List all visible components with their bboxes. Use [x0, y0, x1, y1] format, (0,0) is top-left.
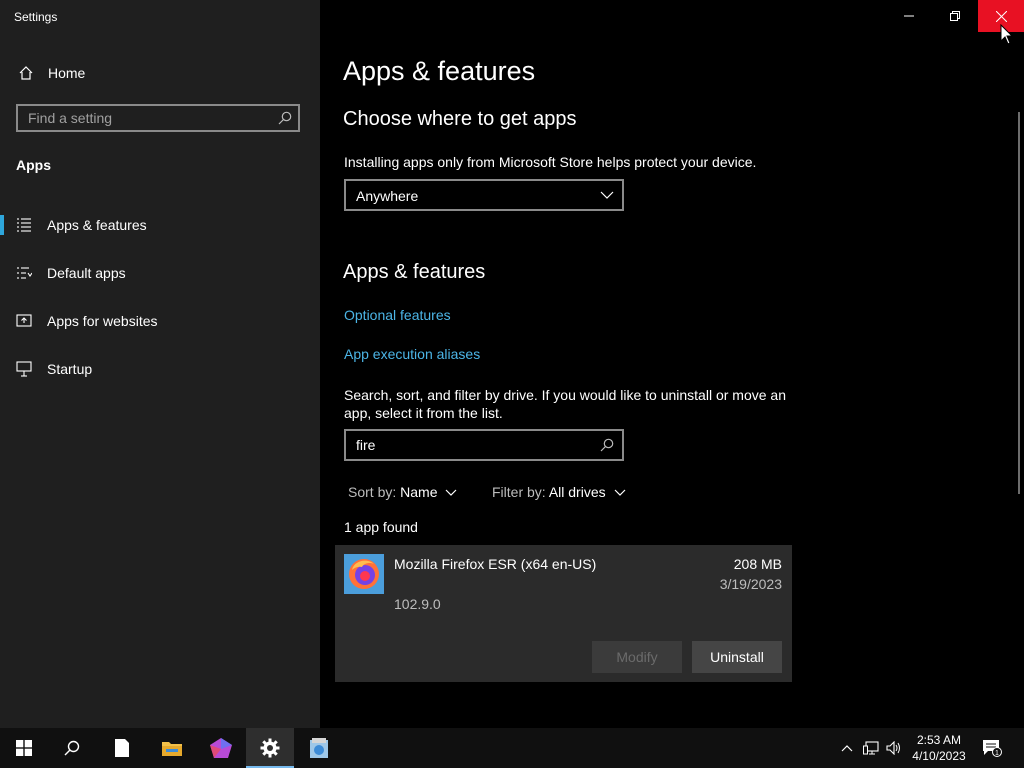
window-title: Settings — [14, 10, 58, 24]
clock-time: 2:53 AM — [916, 733, 962, 747]
minimize-button[interactable] — [886, 0, 932, 32]
uninstall-button[interactable]: Uninstall — [692, 641, 782, 673]
chevron-down-icon — [445, 489, 457, 496]
mouse-cursor-icon — [1000, 24, 1014, 45]
speaker-icon — [886, 741, 900, 755]
default-apps-icon — [17, 267, 32, 279]
windows-logo-icon — [16, 740, 32, 756]
gem-app-icon — [210, 738, 232, 758]
app-size: 208 MB — [733, 556, 782, 572]
section-heading-apps: Apps — [16, 157, 51, 173]
sidebar-item-label: Startup — [47, 361, 93, 377]
app-install-date: 3/19/2023 — [719, 576, 782, 592]
filter-value: All drives — [548, 484, 606, 500]
volume-button[interactable] — [884, 728, 904, 768]
folder-icon — [162, 742, 182, 756]
chevron-down-icon — [614, 489, 625, 496]
filter-label: Filter by: — [492, 484, 546, 500]
modify-button[interactable]: Modify — [592, 641, 682, 673]
restore-icon — [950, 11, 960, 21]
taskbar-file-explorer[interactable] — [148, 728, 196, 768]
show-hidden-icons-button[interactable] — [838, 728, 856, 768]
filter-by-dropdown[interactable]: Filter by: All drives — [492, 484, 626, 500]
scrollbar[interactable] — [1018, 112, 1020, 494]
choose-heading: Choose where to get apps — [343, 108, 577, 130]
chevron-down-icon — [600, 191, 614, 199]
sidebar-item-label: Default apps — [47, 265, 126, 281]
app-search-input[interactable] — [346, 431, 596, 459]
sidebar-item-apps-features[interactable]: Apps & features — [0, 207, 320, 243]
search-icon — [64, 740, 80, 756]
taskbar-app-installer[interactable] — [295, 728, 343, 768]
close-icon — [995, 10, 1007, 22]
sidebar-item-apps-for-websites[interactable]: Apps for websites — [0, 303, 320, 339]
document-icon — [115, 739, 129, 757]
optional-features-link[interactable]: Optional features — [344, 307, 451, 323]
start-button[interactable] — [0, 728, 48, 768]
action-center-button[interactable]: 1 — [980, 728, 1004, 768]
app-name: Mozilla Firefox ESR (x64 en-US) — [394, 556, 597, 572]
taskbar-app-gem[interactable] — [197, 728, 245, 768]
search-description: Search, sort, and filter by drive. If yo… — [344, 387, 786, 421]
features-heading: Apps & features — [343, 261, 486, 283]
dropdown-value: Anywhere — [356, 188, 419, 204]
home-nav-item[interactable]: Home — [0, 58, 320, 88]
sidebar-item-startup[interactable]: Startup — [0, 351, 320, 387]
minimize-icon — [904, 15, 914, 17]
network-button[interactable] — [861, 728, 881, 768]
sort-by-dropdown[interactable]: Sort by: Name — [348, 484, 457, 500]
installer-icon — [310, 738, 328, 758]
find-setting-input[interactable] — [18, 106, 278, 130]
page-title: Apps & features — [343, 56, 536, 86]
home-icon — [19, 66, 33, 80]
app-source-dropdown[interactable]: Anywhere — [344, 179, 624, 211]
taskbar-clock[interactable]: 2:53 AM 4/10/2023 — [904, 732, 974, 764]
apps-list-icon — [17, 218, 31, 232]
network-icon — [863, 741, 879, 755]
restore-button[interactable] — [932, 0, 978, 32]
choose-description: Installing apps only from Microsoft Stor… — [344, 154, 757, 170]
search-icon[interactable] — [600, 438, 614, 452]
app-search-box[interactable] — [344, 429, 624, 461]
chevron-up-icon — [841, 745, 853, 752]
app-version: 102.9.0 — [394, 596, 441, 612]
sidebar-item-label: Apps for websites — [47, 313, 158, 329]
sidebar-item-label: Apps & features — [47, 217, 147, 233]
clock-date: 4/10/2023 — [912, 749, 966, 763]
startup-icon — [16, 361, 32, 377]
firefox-icon — [344, 554, 384, 594]
apps-for-websites-icon — [16, 314, 32, 327]
sort-label: Sort by: — [348, 484, 397, 500]
notification-count: 1 — [995, 750, 999, 757]
notification-icon: 1 — [983, 740, 1002, 757]
search-icon[interactable] — [278, 111, 292, 125]
taskbar-settings[interactable] — [246, 728, 294, 768]
taskbar: 2:53 AM 4/10/2023 1 — [0, 728, 1024, 768]
taskbar-notepad[interactable] — [98, 728, 146, 768]
app-list-item[interactable]: Mozilla Firefox ESR (x64 en-US) 208 MB 3… — [335, 545, 792, 682]
home-label: Home — [48, 65, 86, 81]
result-count: 1 app found — [344, 519, 418, 535]
sidebar: Settings Home Apps Apps & features — [0, 0, 320, 728]
sort-value: Name — [400, 484, 438, 500]
sidebar-item-default-apps[interactable]: Default apps — [0, 255, 320, 291]
taskbar-search-button[interactable] — [48, 728, 96, 768]
find-setting-box[interactable] — [16, 104, 300, 132]
app-execution-aliases-link[interactable]: App execution aliases — [344, 346, 480, 362]
gear-icon — [260, 738, 280, 758]
